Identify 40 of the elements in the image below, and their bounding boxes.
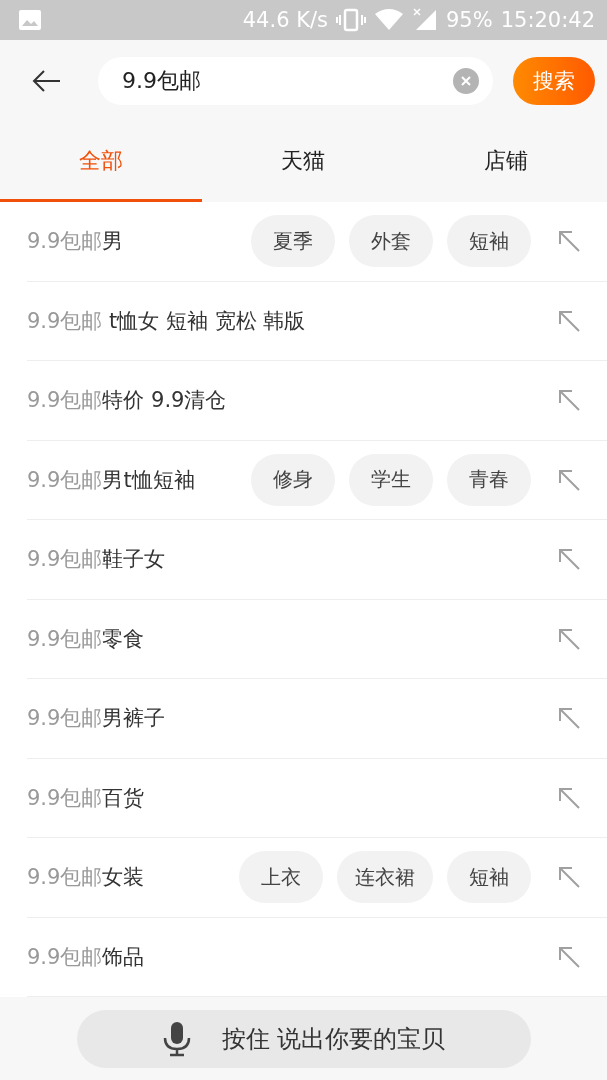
arrow-up-left-icon[interactable] — [557, 785, 581, 810]
clear-icon[interactable] — [453, 68, 479, 94]
suggestion-text[interactable]: 9.9包邮男t恤短袖 — [27, 465, 195, 494]
tab[interactable]: 天猫 — [202, 122, 405, 202]
wifi-icon — [374, 8, 404, 32]
tag-chip[interactable]: 学生 — [349, 453, 433, 506]
tag-chip[interactable]: 短袖 — [447, 215, 531, 268]
tab[interactable]: 店铺 — [404, 122, 607, 202]
suggestion-text[interactable]: 9.9包邮鞋子女 — [27, 545, 166, 574]
suggestion-text[interactable]: 9.9包邮 t恤女 短袖 宽松 韩版 — [27, 306, 306, 335]
arrow-up-left-icon[interactable] — [557, 229, 581, 254]
arrow-up-left-icon[interactable] — [557, 308, 581, 333]
tag-chip[interactable]: 连衣裙 — [337, 851, 433, 904]
tag-chip[interactable]: 短袖 — [447, 851, 531, 904]
suggestion-text[interactable]: 9.9包邮男 — [27, 227, 124, 256]
tag-chip[interactable]: 夏季 — [251, 215, 335, 268]
back-icon[interactable] — [32, 69, 62, 93]
arrow-up-left-icon[interactable] — [557, 467, 581, 492]
tag-chip[interactable]: 外套 — [349, 215, 433, 268]
arrow-up-left-icon[interactable] — [557, 865, 581, 890]
arrow-up-left-icon[interactable] — [557, 706, 581, 731]
arrow-up-left-icon[interactable] — [557, 547, 581, 572]
suggestion-text[interactable]: 9.9包邮男裤子 — [27, 704, 166, 733]
image-icon — [18, 9, 42, 31]
tag-chip[interactable]: 青春 — [447, 453, 531, 506]
tag-chip[interactable]: 修身 — [251, 453, 335, 506]
vibrate-icon — [336, 8, 366, 32]
search-field[interactable]: 9.9包邮 — [98, 57, 493, 105]
suggestion-text[interactable]: 9.9包邮饰品 — [27, 942, 145, 971]
tag-chip[interactable]: 上衣 — [239, 851, 323, 904]
signal-icon — [412, 8, 438, 32]
suggestion-text[interactable]: 9.9包邮特价 9.9清仓 — [27, 386, 227, 415]
microphone-icon — [161, 1020, 192, 1057]
suggestion-text[interactable]: 9.9包邮女装 — [27, 863, 145, 892]
arrow-up-left-icon[interactable] — [557, 626, 581, 651]
arrow-up-left-icon[interactable] — [557, 388, 581, 413]
voice-button[interactable]: 按住 说出你要的宝贝 — [76, 1009, 531, 1068]
suggestion-text[interactable]: 9.9包邮零食 — [27, 624, 145, 653]
suggestion-text[interactable]: 9.9包邮百货 — [27, 783, 145, 812]
arrow-up-left-icon[interactable] — [557, 944, 581, 969]
